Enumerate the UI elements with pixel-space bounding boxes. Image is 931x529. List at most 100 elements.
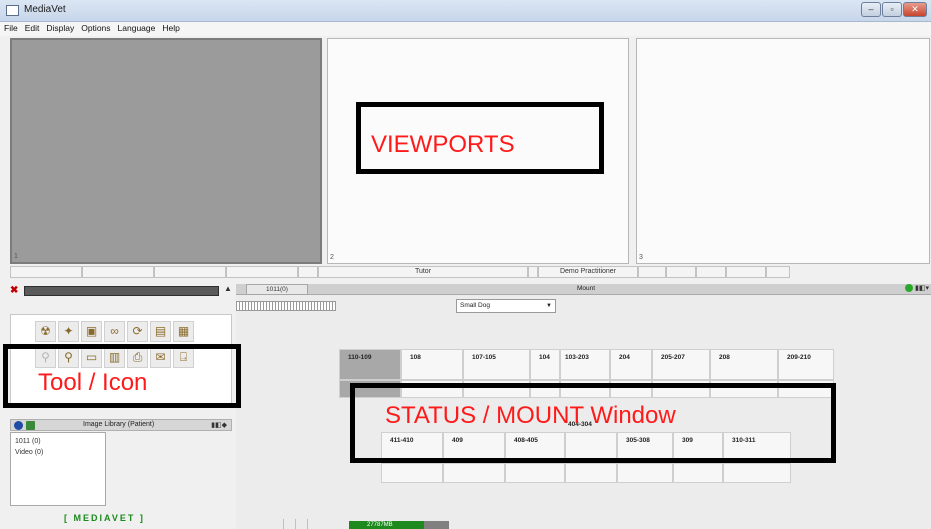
- mount-tab[interactable]: 1011(0): [246, 284, 308, 295]
- image-tool-icon[interactable]: ▣: [81, 321, 102, 342]
- mount-slot-label: 204: [619, 354, 630, 361]
- viewports-callout-label: VIEWPORTS: [371, 131, 515, 158]
- mount-slot[interactable]: 208: [710, 349, 778, 380]
- status-cell: [10, 266, 82, 278]
- memory-bar: 27787MB: [349, 521, 449, 529]
- footer-cell: [236, 519, 284, 529]
- status-cell: [154, 266, 226, 278]
- progress-row: ✖ ▲: [10, 284, 232, 298]
- thumbnail-strip[interactable]: [236, 301, 336, 311]
- image-library-header: Image Library (Patient) ▮◧◆: [10, 419, 232, 431]
- memory-fill: 27787MB: [349, 521, 424, 529]
- wand-icon[interactable]: ✦: [58, 321, 79, 342]
- maximize-button[interactable]: ▫: [882, 2, 902, 17]
- close-button[interactable]: ✕: [903, 2, 927, 17]
- tool-callout: Tool / Icon: [3, 344, 241, 408]
- tool-callout-label: Tool / Icon: [38, 369, 148, 396]
- app-icon: [6, 5, 19, 16]
- viewport-1[interactable]: 1: [10, 38, 322, 264]
- minimize-button[interactable]: –: [861, 2, 881, 17]
- menu-options[interactable]: Options: [81, 22, 110, 36]
- status-cell: [666, 266, 696, 278]
- title-bar: MediaVet – ▫ ✕: [0, 0, 931, 22]
- mount-image-slot[interactable]: [443, 463, 505, 483]
- species-select[interactable]: Small Dog ▼: [456, 299, 556, 313]
- viewport-number: 2: [330, 254, 334, 261]
- mount-title: Mount: [577, 285, 596, 292]
- status-practitioner: Demo Practitioner: [538, 266, 638, 278]
- cancel-icon[interactable]: ✖: [10, 286, 20, 296]
- mount-slot-label: 110-109: [348, 354, 372, 361]
- mount-slot-label: 104: [539, 354, 550, 361]
- mount-slot[interactable]: 204: [610, 349, 652, 380]
- image-library-list: 1011 (0) Video (0): [10, 432, 106, 506]
- window-controls: – ▫ ✕: [860, 2, 927, 17]
- library-item[interactable]: Video (0): [15, 447, 101, 458]
- window-title: MediaVet: [24, 4, 66, 15]
- menu-file[interactable]: File: [4, 22, 18, 36]
- link-icon[interactable]: ∞: [104, 321, 125, 342]
- mount-image-slot[interactable]: [381, 463, 443, 483]
- mount-slot[interactable]: 104: [530, 349, 560, 380]
- menu-edit[interactable]: Edit: [25, 22, 40, 36]
- mount-slot-label: 209-210: [787, 354, 811, 361]
- tool-row: ☢ ✦ ▣ ∞ ⟳ ▤ ▦: [35, 321, 196, 342]
- status-callout-label: STATUS / MOUNT Window: [385, 402, 676, 429]
- mediavet-logo: [ MEDIAVET ]: [64, 513, 145, 523]
- status-cell: [696, 266, 726, 278]
- mount-slot[interactable]: 108: [401, 349, 463, 380]
- mount-image-slot[interactable]: [723, 463, 791, 483]
- pin-icon[interactable]: ▲: [224, 284, 232, 293]
- status-cell: [226, 266, 298, 278]
- mount-slot-label: 108: [410, 354, 421, 361]
- menu-display[interactable]: Display: [46, 22, 74, 36]
- mount-slot-label: 107-105: [472, 354, 496, 361]
- menu-help[interactable]: Help: [162, 22, 179, 36]
- mount-slot[interactable]: 110-109: [339, 349, 401, 380]
- status-callout: STATUS / MOUNT Window: [350, 383, 836, 463]
- mount-slot-label: 208: [719, 354, 730, 361]
- mount-image-slot[interactable]: [617, 463, 673, 483]
- image-library-title: Image Library (Patient): [83, 421, 155, 428]
- mount-slot[interactable]: 209-210: [778, 349, 834, 380]
- library-item[interactable]: 1011 (0): [15, 436, 101, 447]
- mount-image-slot[interactable]: [673, 463, 723, 483]
- mount-slot[interactable]: 205-207: [652, 349, 710, 380]
- layout-icon[interactable]: ▦: [173, 321, 194, 342]
- status-cell: [298, 266, 318, 278]
- go-icon[interactable]: [905, 284, 914, 293]
- mount-image-slot[interactable]: [505, 463, 565, 483]
- menu-language[interactable]: Language: [118, 22, 156, 36]
- mount-controls[interactable]: ▮◧▾: [905, 284, 929, 293]
- save-icon[interactable]: ▤: [150, 321, 171, 342]
- refresh-icon[interactable]: ⟳: [127, 321, 148, 342]
- mount-header: 1011(0) Mount ▮◧▾: [236, 284, 931, 295]
- status-cell: [638, 266, 666, 278]
- menu-bar: File Edit Display Options Language Help: [0, 22, 931, 36]
- status-cell: [82, 266, 154, 278]
- viewports-callout: VIEWPORTS: [356, 102, 604, 174]
- chevron-down-icon: ▼: [546, 303, 552, 309]
- mount-image-slot[interactable]: [565, 463, 617, 483]
- status-operator: Tutor: [318, 266, 528, 278]
- viewport-number: 3: [639, 254, 643, 261]
- progress-bar: [24, 286, 219, 296]
- viewport-number: 1: [14, 253, 18, 260]
- footer-cell: [284, 519, 296, 529]
- radiation-icon[interactable]: ☢: [35, 321, 56, 342]
- viewport-status-strip: Tutor Demo Practitioner: [10, 266, 790, 278]
- status-cell: [726, 266, 766, 278]
- mount-slot[interactable]: 103-203: [560, 349, 610, 380]
- library-icon[interactable]: [26, 421, 35, 430]
- library-tools[interactable]: ▮◧◆: [211, 421, 227, 429]
- footer-strip: [236, 519, 931, 529]
- globe-icon[interactable]: [14, 421, 23, 430]
- footer-cell: [296, 519, 308, 529]
- viewport-3[interactable]: 3: [636, 38, 930, 264]
- mount-slot-label: 103-203: [565, 354, 589, 361]
- species-value: Small Dog: [460, 302, 490, 309]
- status-cell: [766, 266, 790, 278]
- status-cell: [528, 266, 538, 278]
- mount-slot[interactable]: 107-105: [463, 349, 530, 380]
- mount-slot-label: 205-207: [661, 354, 685, 361]
